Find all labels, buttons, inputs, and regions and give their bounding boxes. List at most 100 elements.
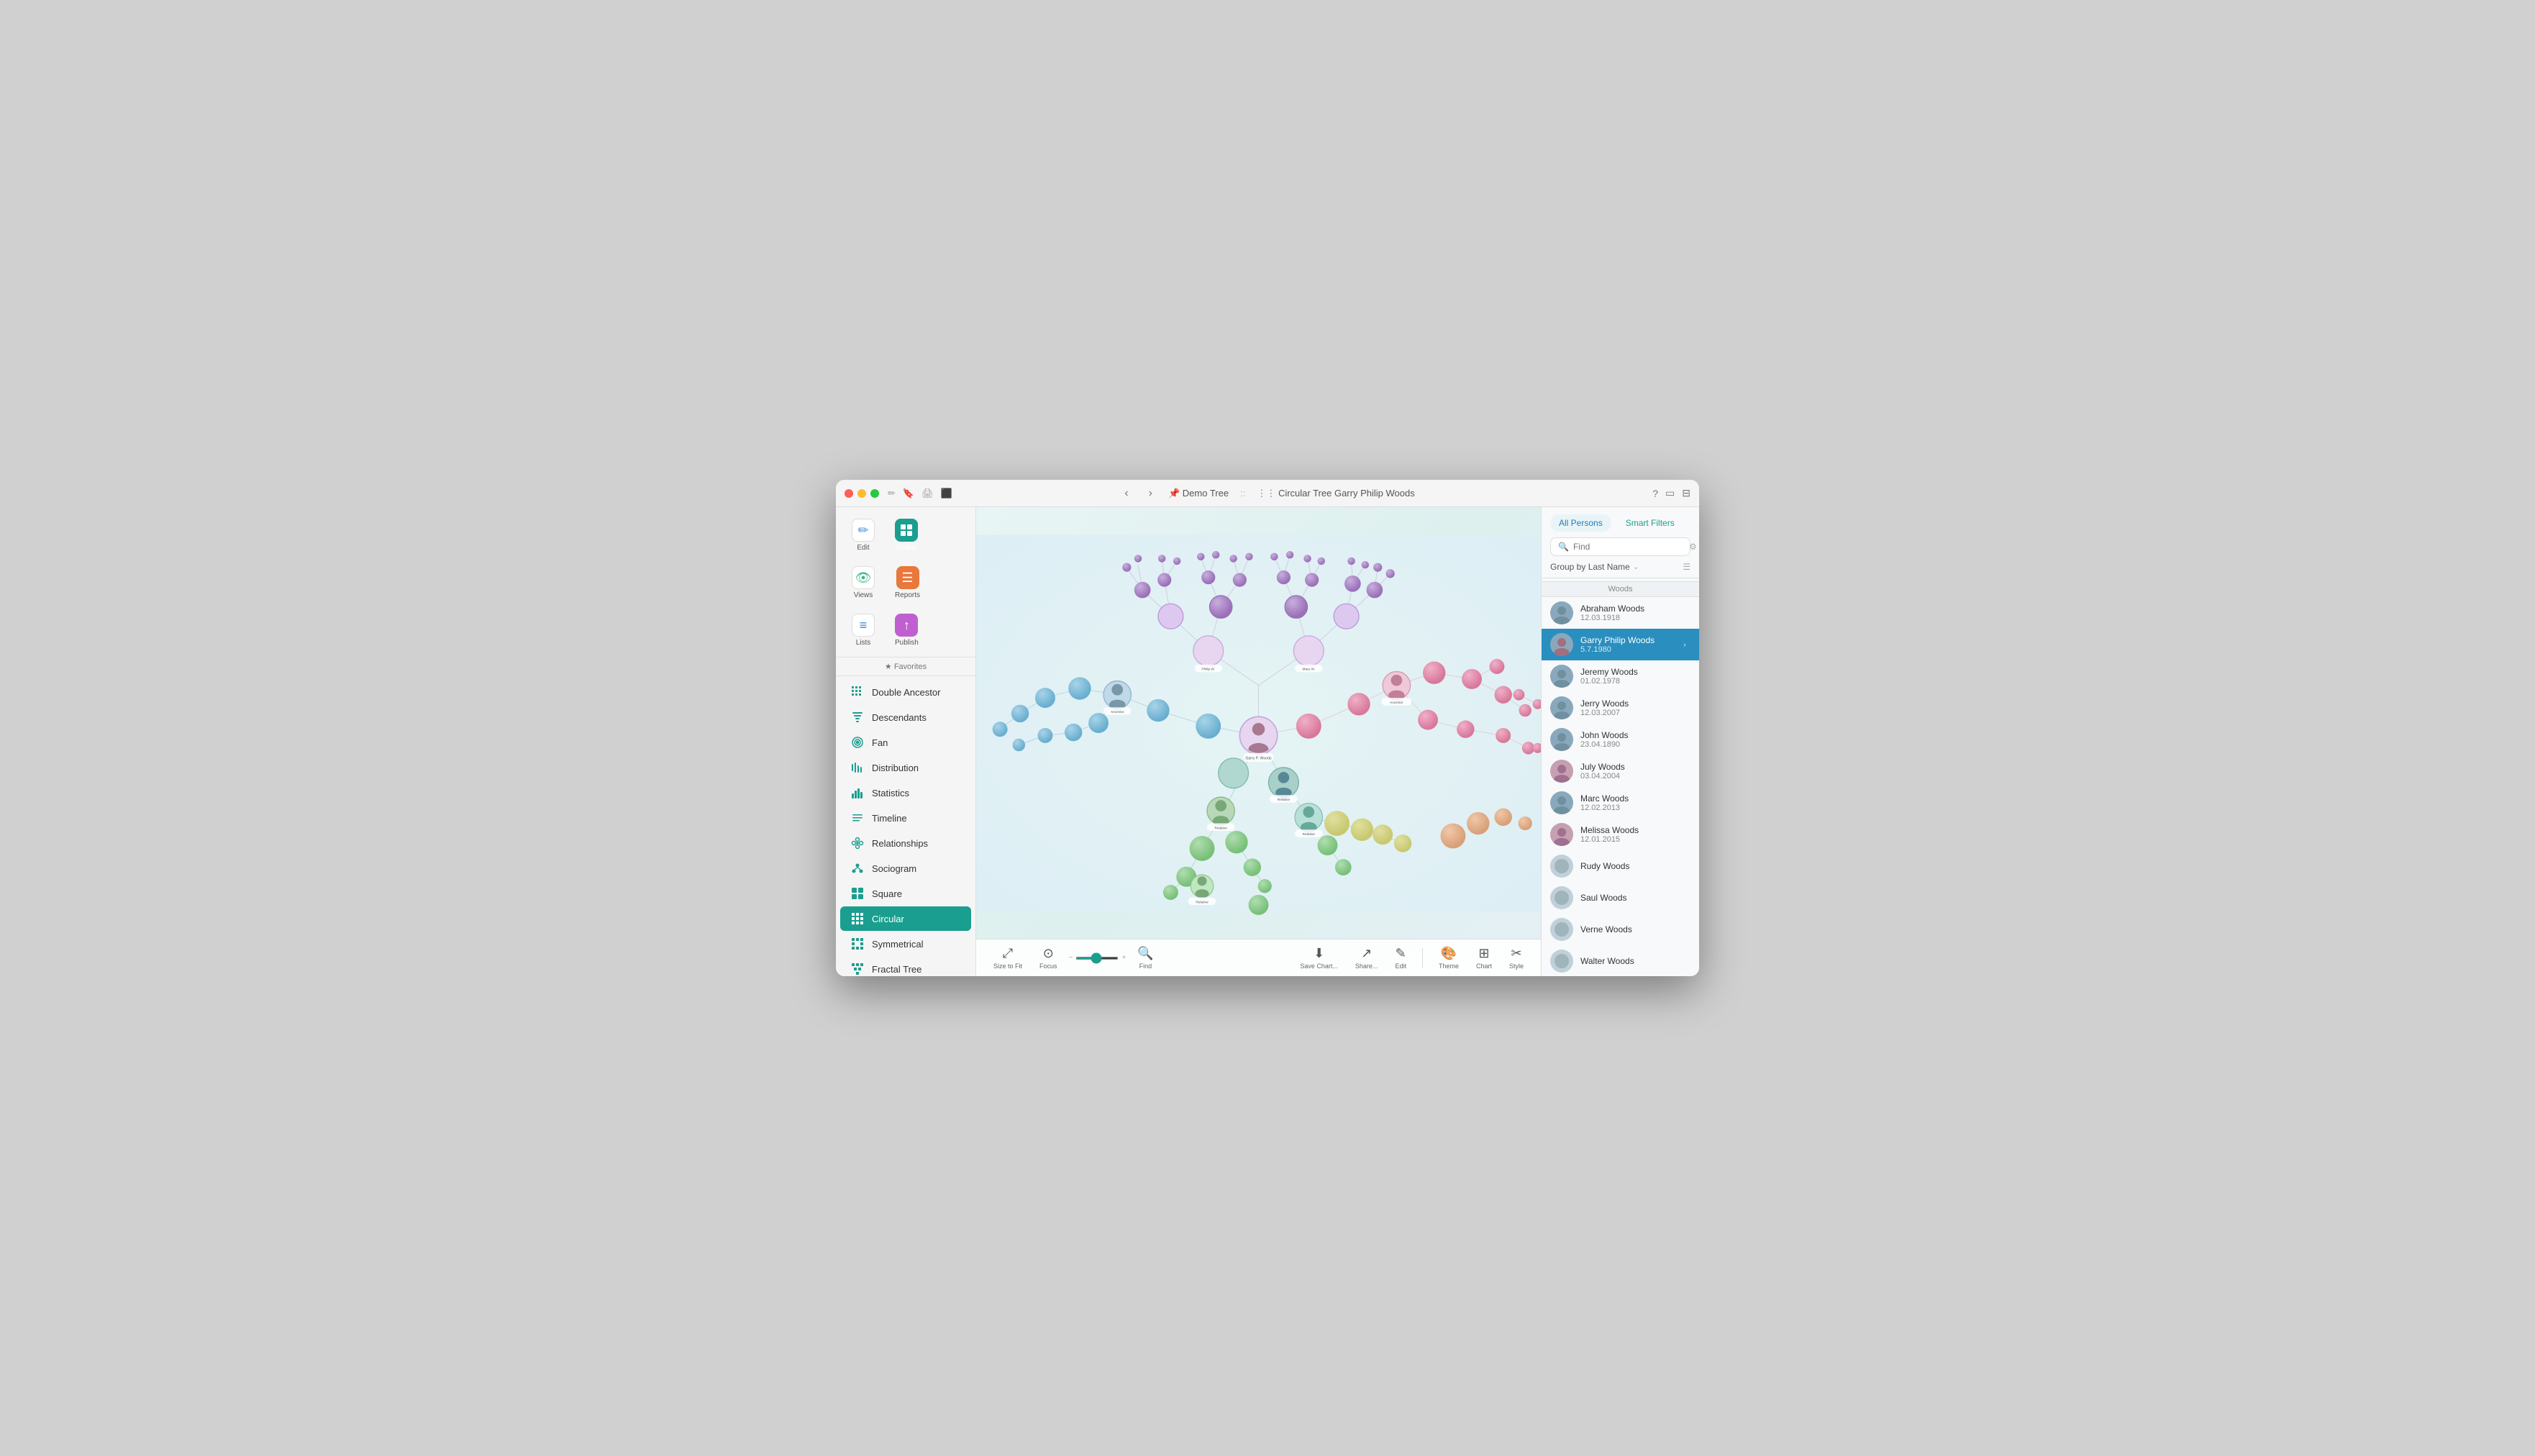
sidebar-item-double-ancestor[interactable]: Double Ancestor — [840, 680, 971, 704]
person-info: July Woods 03.04.2004 — [1580, 762, 1690, 781]
chart-dots-icon: ⋮⋮ — [1257, 488, 1275, 499]
circular-tree-visualization: Garry P. Woods Philip W. Mary W. Ancesto… — [976, 507, 1541, 939]
publish-nav-button[interactable]: ↑ Publish — [888, 609, 926, 651]
sidebar-item-symmetrical[interactable]: Symmetrical — [840, 932, 971, 956]
symmetrical-icon — [850, 937, 865, 951]
person-info: Melissa Woods 12.01.2015 — [1580, 825, 1690, 844]
share-icon-tb: ↗ — [1361, 946, 1372, 961]
sidebar-item-statistics[interactable]: Statistics — [840, 781, 971, 805]
edit-icon[interactable]: ✏ — [888, 488, 896, 499]
views-nav-icon: 👁 — [852, 566, 875, 589]
search-input[interactable] — [1573, 542, 1685, 552]
all-persons-tab[interactable]: All Persons — [1550, 514, 1611, 532]
descendants-icon — [850, 710, 865, 724]
person-item-verne-woods[interactable]: Verne Woods — [1542, 914, 1699, 945]
sidebar-item-sociogram[interactable]: Sociogram — [840, 856, 971, 881]
edit-nav-button[interactable]: ✏ Edit — [845, 514, 882, 556]
sidebar-toggle-icon[interactable]: ⊟ — [1682, 487, 1690, 499]
person-info: Abraham Woods 12.03.1918 — [1580, 604, 1690, 622]
charts-nav-button[interactable]: Charts — [888, 514, 925, 556]
person-item-rudy-woods[interactable]: Rudy Woods — [1542, 850, 1699, 882]
find-button[interactable]: 🔍 Find — [1132, 943, 1159, 973]
views-nav-button[interactable]: 👁 Views — [845, 562, 882, 604]
favorites-bar[interactable]: ★ Favorites — [836, 658, 975, 676]
edit-button[interactable]: ✎ Edit — [1389, 943, 1412, 973]
person-item-john-woods[interactable]: John Woods 23.04.1890 — [1542, 724, 1699, 755]
svg-text:Ancestor: Ancestor — [1390, 701, 1403, 705]
zoom-slider[interactable] — [1075, 957, 1119, 960]
charts-nav-icon — [895, 519, 918, 542]
settings-icon[interactable]: ⚙ — [1689, 542, 1697, 552]
sidebar-item-distribution[interactable]: Distribution — [840, 755, 971, 780]
tree-name-label: 📌 Demo Tree — [1168, 488, 1229, 499]
person-item-marc-woods[interactable]: Marc Woods 12.02.2013 — [1542, 787, 1699, 819]
person-avatar — [1550, 950, 1573, 973]
theme-button[interactable]: 🎨 Theme — [1433, 943, 1465, 973]
size-to-fit-icon: ⤢ — [1003, 946, 1013, 961]
person-info: Saul Woods — [1580, 893, 1690, 903]
style-button[interactable]: ✂ Style — [1503, 943, 1529, 973]
titlebar-tool-icons: ✏ 🔖 🖨 ⬛ — [888, 488, 952, 499]
person-avatar — [1550, 918, 1573, 941]
monitor-icon[interactable]: ▭ — [1665, 487, 1675, 499]
filter-tabs: All Persons Smart Filters — [1550, 514, 1690, 532]
person-item-jeremy-woods[interactable]: Jeremy Woods 01.02.1978 — [1542, 660, 1699, 692]
close-button[interactable] — [845, 489, 853, 498]
sidebar-item-relationships[interactable]: Relationships — [840, 831, 971, 855]
sidebar-top-buttons: ✏ Edit Charts 👁 — [836, 507, 975, 658]
person-avatar — [1550, 760, 1573, 783]
canvas-area: Garry P. Woods Philip W. Mary W. Ancesto… — [976, 507, 1541, 976]
sidebar-item-circular[interactable]: Circular — [840, 906, 971, 931]
group-by-row: Group by Last Name ⌄ ☰ — [1550, 560, 1690, 573]
person-item-saul-woods[interactable]: Saul Woods — [1542, 882, 1699, 914]
zoom-plus-icon: + — [1121, 954, 1126, 962]
sidebar-item-timeline[interactable]: Timeline — [840, 806, 971, 830]
share-icon[interactable]: ⬛ — [941, 488, 952, 499]
titlebar: ✏ 🔖 🖨 ⬛ ‹ › 📌 Demo Tree :: ⋮⋮ Circular T… — [836, 480, 1699, 507]
person-item-melissa-woods[interactable]: Melissa Woods 12.01.2015 — [1542, 819, 1699, 850]
print-icon[interactable]: 🖨 — [921, 488, 934, 499]
chart-canvas[interactable]: Garry P. Woods Philip W. Mary W. Ancesto… — [976, 507, 1541, 939]
right-panel-header: All Persons Smart Filters 🔍 ⚙ Group by L… — [1542, 507, 1699, 578]
right-panel: All Persons Smart Filters 🔍 ⚙ Group by L… — [1541, 507, 1699, 976]
reports-nav-button[interactable]: ☰ Reports — [888, 562, 927, 604]
sidebar-item-fractal-tree[interactable]: Fractal Tree — [840, 957, 971, 976]
zoom-slider-group[interactable]: − + — [1069, 954, 1127, 962]
sidebar-item-fan[interactable]: Fan — [840, 730, 971, 755]
chart-button[interactable]: ⊞ Chart — [1470, 943, 1498, 973]
list-view-icon[interactable]: ☰ — [1683, 562, 1690, 572]
person-item-july-woods[interactable]: July Woods 03.04.2004 — [1542, 755, 1699, 787]
sidebar-item-square[interactable]: Square — [840, 881, 971, 906]
lists-nav-button[interactable]: ≡ Lists — [845, 609, 882, 651]
person-avatar — [1550, 823, 1573, 846]
person-avatar — [1550, 855, 1573, 878]
size-to-fit-button[interactable]: ⤢ Size to Fit — [988, 943, 1028, 973]
bookmark-icon[interactable]: 🔖 — [903, 488, 914, 499]
save-chart-icon: ⬇ — [1314, 946, 1324, 961]
bottom-toolbar: ⤢ Size to Fit ⊙ Focus − + 🔍 Find — [976, 939, 1541, 976]
svg-text:Garry P. Woods: Garry P. Woods — [1245, 757, 1272, 761]
square-icon — [850, 886, 865, 901]
theme-icon: 🎨 — [1441, 946, 1457, 961]
fractal-tree-icon — [850, 962, 865, 976]
share-button[interactable]: ↗ Share... — [1350, 943, 1384, 973]
minimize-button[interactable] — [857, 489, 866, 498]
save-chart-button[interactable]: ⬇ Save Chart... — [1294, 943, 1344, 973]
smart-filters-tab[interactable]: Smart Filters — [1617, 514, 1683, 532]
fullscreen-button[interactable] — [870, 489, 879, 498]
person-info: Marc Woods 12.02.2013 — [1580, 793, 1690, 812]
person-item-garry-woods[interactable]: Garry Philip Woods 5.7.1980 › — [1542, 629, 1699, 660]
svg-text:Relative: Relative — [1303, 832, 1316, 837]
person-info: John Woods 23.04.1890 — [1580, 730, 1690, 749]
person-item-abraham-woods[interactable]: Abraham Woods 12.03.1918 — [1542, 597, 1699, 629]
sidebar-item-descendants[interactable]: Descendants — [840, 705, 971, 729]
help-icon[interactable]: ? — [1652, 488, 1658, 499]
back-button[interactable]: ‹ — [1120, 484, 1132, 503]
svg-text:Philip W.: Philip W. — [1201, 668, 1215, 672]
app-window: ✏ 🔖 🖨 ⬛ ‹ › 📌 Demo Tree :: ⋮⋮ Circular T… — [836, 480, 1699, 976]
person-item-walter-woods[interactable]: Walter Woods — [1542, 945, 1699, 976]
person-item-jerry-woods[interactable]: Jerry Woods 12.03.2007 — [1542, 692, 1699, 724]
forward-button[interactable]: › — [1144, 484, 1157, 503]
focus-button[interactable]: ⊙ Focus — [1034, 943, 1063, 973]
fan-icon — [850, 735, 865, 750]
